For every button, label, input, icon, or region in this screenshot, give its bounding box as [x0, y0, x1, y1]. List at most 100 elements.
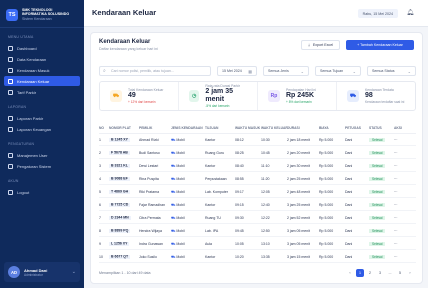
table-cell: 3 jam 25 menit	[287, 203, 310, 207]
vehicle-type-cell: ⛟ Mobil	[171, 150, 185, 155]
vehicle-type-cell: ⛟ Mobil	[171, 137, 185, 142]
table-cell: Rp 5.000	[319, 164, 334, 168]
table-cell: Perpustakaan	[205, 177, 227, 181]
table-cell: Kantor	[205, 203, 216, 207]
table-cell: Dani	[345, 177, 353, 181]
table-cell: 09:17	[235, 190, 244, 194]
table-row[interactable]: 6 B 7725 CD Fajar Ramadhan ⛟ Mobil Kantor 09:…	[99, 200, 416, 211]
table-cell: Rp 5.000	[319, 242, 334, 246]
date-picker[interactable]: 15 Mei 2024 ▦	[217, 66, 257, 76]
table-cell: 6	[99, 203, 101, 207]
table-row[interactable]: 9 L 1256 XY Indra Gunawan ⛟ Mobil Aula 10:05 1…	[99, 239, 416, 250]
main-card: Kendaraan Keluar Daftar kendaraan yang k…	[90, 32, 423, 284]
table-cell: 3 jam 05 menit	[287, 242, 310, 246]
page-button[interactable]: 3	[376, 269, 384, 277]
table-cell: 13:10	[261, 242, 270, 246]
table-cell: 4	[99, 177, 101, 181]
table-row[interactable]: 4 B 9088 EF Rina Puspita ⛟ Mobil Perpustakaa…	[99, 174, 416, 185]
more-icon[interactable]: ⋯	[394, 255, 416, 259]
user-card[interactable]: AD Ahmad Dani Administrator ⌄	[4, 262, 80, 282]
sidebar-item-pengaturan-sistem[interactable]: Pengaturan Sistem	[4, 161, 80, 171]
sidebar-item-dashboard[interactable]: Dashboard	[4, 43, 80, 53]
jenis-select[interactable]: Semua Jenis ⌄	[263, 66, 309, 76]
table-row[interactable]: 3 B 3321 KL Dewi Lestari ⛟ Mobil Kantor 08:40…	[99, 161, 416, 172]
table-cell: Rina Puspita	[139, 177, 159, 181]
table-cell: Hendra Wijaya	[139, 229, 162, 233]
more-icon[interactable]: ⋯	[394, 229, 416, 233]
more-icon[interactable]: ⋯	[394, 164, 416, 168]
users-icon	[8, 152, 13, 158]
table-row[interactable]: 7 D 2344 MN Citra Permata ⛟ Mobil Ruang TU 09…	[99, 213, 416, 224]
table-cell: Dani	[345, 190, 353, 194]
page-button[interactable]: 5	[396, 269, 404, 277]
sidebar-item-laporan-keuangan[interactable]: Laporan Keuangan	[4, 124, 80, 134]
table-cell: 10:30	[261, 138, 270, 142]
table-cell: Riki Pratama	[139, 190, 160, 194]
sidebar-item-manajemen-user[interactable]: Manajemen User	[4, 150, 80, 160]
prev-page-button[interactable]: ‹	[346, 269, 354, 277]
tujuan-select[interactable]: Semua Tujuan ⌄	[315, 66, 361, 76]
sidebar-item-kendaraan-masuk[interactable]: Kendaraan Masuk	[4, 65, 80, 75]
table-cell: 08:25	[235, 151, 244, 155]
table-row[interactable]: 2 F 5678 AB Budi Santoso ⛟ Mobil Ruang Guru 0…	[99, 148, 416, 159]
stat-card: ◷ Rata-rata Durasi Parkir 2 jam 35 menit…	[179, 82, 258, 110]
stat-note: + 12% dari kemarin	[128, 100, 156, 104]
search-icon: ⌕	[103, 68, 106, 74]
report-icon	[8, 115, 13, 121]
status-select[interactable]: Semua Status ⌄	[367, 66, 416, 76]
table-cell: 12:50	[261, 229, 270, 233]
column-header: TUJUAN	[205, 126, 219, 130]
more-icon[interactable]: ⋯	[394, 151, 416, 155]
page-button[interactable]: ...	[386, 269, 394, 277]
vehicle-type-cell: ⛟ Mobil	[171, 163, 185, 168]
more-icon[interactable]: ⋯	[394, 138, 416, 142]
search-input[interactable]: ⌕ Cari nomor polisi, pemilik, atau tujua…	[99, 66, 211, 76]
table-row[interactable]: 10 B 6677 QT Joko Susilo ⛟ Mobil Kantor 10:20…	[99, 252, 416, 263]
table-footer-text: Menampilkan 1 - 10 dari 49 data	[99, 271, 151, 275]
table-header: NO NOMOR PLAT PEMILIK JENIS KENDARAAN TUJUAN…	[99, 126, 416, 134]
table-cell: 10:20	[235, 255, 244, 259]
plate-cell: T 4869 GH	[109, 190, 131, 194]
next-page-button[interactable]: ›	[406, 269, 414, 277]
table-cell: Dani	[345, 229, 353, 233]
export-button[interactable]: ⤓ Export Excel	[301, 40, 340, 50]
stat-card: Rp Pendapatan Hari Ini Rp 245K + 8% dari…	[258, 82, 337, 110]
table-cell: Dani	[345, 164, 353, 168]
page-button[interactable]: 1	[356, 269, 364, 277]
tag-icon	[8, 89, 13, 95]
stats-panel: ⛟ Total Kendaraan Keluar 49 + 12% dari k…	[99, 81, 416, 111]
bell-icon[interactable]: 🔔︎	[406, 9, 414, 16]
sidebar-item-kendaraan-keluar[interactable]: Kendaraan Keluar	[4, 76, 80, 86]
table-cell: 3 jam 05 menit	[287, 229, 310, 233]
more-icon[interactable]: ⋯	[394, 177, 416, 181]
table-cell: 12:05	[261, 190, 270, 194]
vehicle-type-cell: ⛟ Mobil	[171, 189, 185, 194]
table-cell: 2 jam 52 menit	[287, 216, 310, 220]
calendar-icon: ▦	[248, 68, 252, 74]
add-button[interactable]: + Tambah Kendaraan Keluar	[346, 40, 414, 50]
chevron-down-icon[interactable]: ⌄	[72, 269, 76, 275]
table-row[interactable]: 1 B 1245 XY Ahmad Rizki ⛟ Mobil Kantor 08:12 1…	[99, 135, 416, 146]
vehicle-type-cell: ⛟ Mobil	[171, 254, 185, 259]
table-row[interactable]: 8 B 8899 PQ Hendra Wijaya ⛟ Mobil Lab. IPA 09…	[99, 226, 416, 237]
chevron-down-icon: ⌄	[352, 68, 356, 74]
sidebar-item-logout[interactable]: Logout	[4, 187, 80, 197]
plate-cell: L 1256 XY	[109, 242, 130, 246]
page-button[interactable]: 2	[366, 269, 374, 277]
sidebar-item-data-kendaraan[interactable]: Data Kendaraan	[4, 54, 80, 64]
more-icon[interactable]: ⋯	[394, 203, 416, 207]
table-cell: Kantor	[205, 164, 216, 168]
table-row[interactable]: 5 T 4869 GH Riki Pratama ⛟ Mobil Lab. Komput…	[99, 187, 416, 198]
more-icon[interactable]: ⋯	[394, 190, 416, 194]
more-icon[interactable]: ⋯	[394, 242, 416, 246]
column-header: STATUS	[369, 126, 382, 130]
more-icon[interactable]: ⋯	[394, 216, 416, 220]
table-cell: Rp 5.000	[319, 255, 334, 259]
table-cell: 10:05	[235, 242, 244, 246]
sidebar-item-laporan-parkir[interactable]: Laporan Parkir	[4, 113, 80, 123]
table-cell: Lab. Komputer	[205, 190, 228, 194]
sidebar-item-tarif-parkir[interactable]: Tarif Parkir	[4, 87, 80, 97]
vehicle-type-cell: ⛟ Mobil	[171, 215, 185, 220]
table-cell: 12:22	[261, 216, 270, 220]
sidebar-item-label: Logout	[17, 189, 30, 195]
